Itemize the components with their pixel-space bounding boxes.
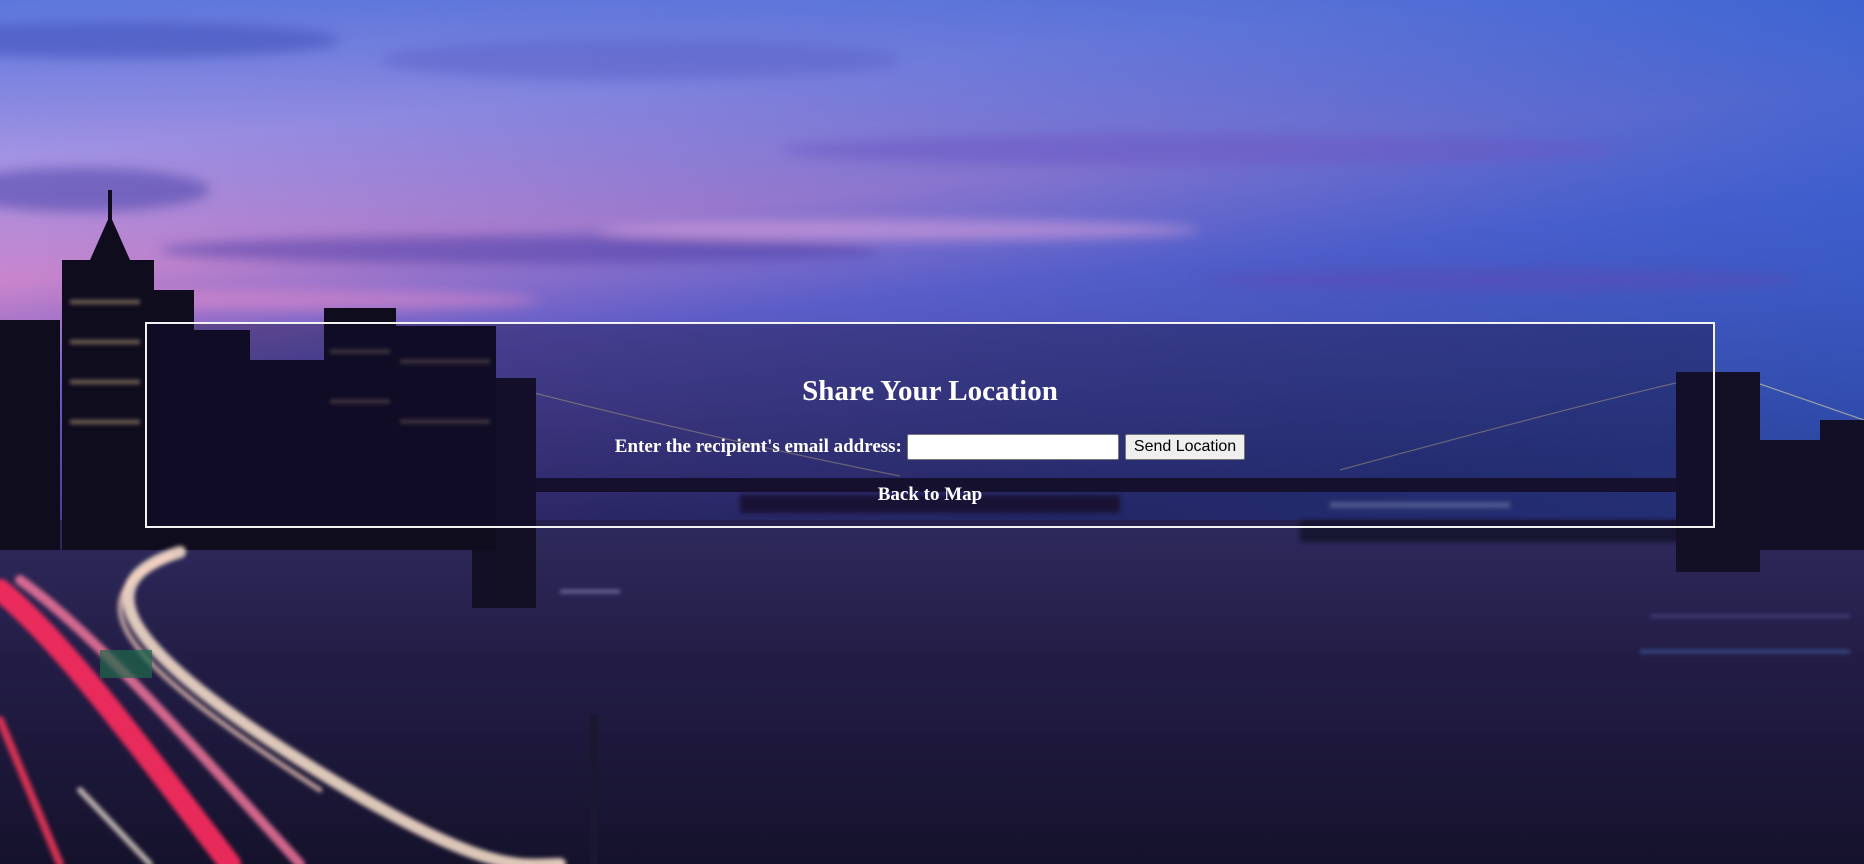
email-label: Enter the recipient's email address: [614, 436, 902, 457]
share-location-panel: Share Your Location Enter the recipient'… [145, 322, 1715, 528]
email-input[interactable] [906, 434, 1119, 460]
send-location-button[interactable]: Send Location [1124, 434, 1246, 460]
page-title: Share Your Location [802, 375, 1058, 407]
back-to-map-link[interactable]: Back to Map [878, 484, 983, 506]
share-location-form: Enter the recipient's email address: Sen… [147, 434, 1713, 460]
